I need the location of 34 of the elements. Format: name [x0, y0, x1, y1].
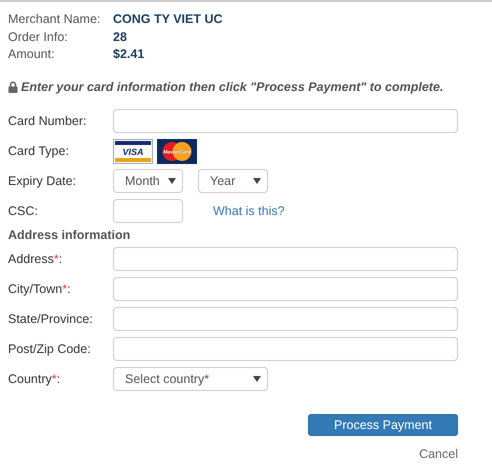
info-value: CONG TY VIET UC — [113, 12, 223, 26]
text-field[interactable] — [113, 247, 458, 272]
field-label: Card Type: — [8, 144, 69, 158]
section-heading: Address information — [8, 227, 132, 244]
caret-icon — [253, 376, 261, 382]
field-label: Address*: — [8, 252, 62, 266]
csc-field[interactable] — [113, 199, 183, 224]
info-label: Order Info: — [8, 28, 69, 46]
field-label: State/Province: — [8, 312, 93, 326]
field-label: Card Number: — [8, 114, 86, 128]
process-payment-button[interactable]: Process Payment — [308, 414, 458, 436]
help-link[interactable]: What is this? — [213, 202, 285, 221]
cancel-link[interactable]: Cancel — [419, 445, 458, 464]
country-dropdown[interactable]: Select country* — [113, 367, 268, 392]
field-label: CSC: — [8, 204, 38, 218]
text-field[interactable] — [113, 109, 458, 134]
caret-icon — [253, 178, 261, 184]
visa-card-icon: VISA — [113, 138, 153, 164]
month-dropdown[interactable]: Month — [113, 169, 183, 194]
caret-icon — [168, 178, 176, 184]
info-label: Amount: — [8, 46, 56, 63]
info-label: Merchant Name: — [8, 11, 102, 28]
info-value: $2.41 — [113, 47, 144, 61]
field-label: Expiry Date: — [8, 174, 76, 188]
info-value: 28 — [113, 30, 127, 44]
instruction-text: Enter your card information then click "Process Payment" to complete. — [21, 78, 444, 96]
text-field[interactable] — [113, 277, 458, 302]
text-field[interactable] — [113, 337, 458, 362]
text-field[interactable] — [113, 307, 458, 332]
field-label: Post/Zip Code: — [8, 342, 91, 356]
field-label: Country*: — [8, 372, 60, 386]
year-dropdown[interactable]: Year — [198, 169, 268, 194]
field-label: City/Town*: — [8, 282, 71, 296]
lock-icon — [8, 80, 18, 93]
